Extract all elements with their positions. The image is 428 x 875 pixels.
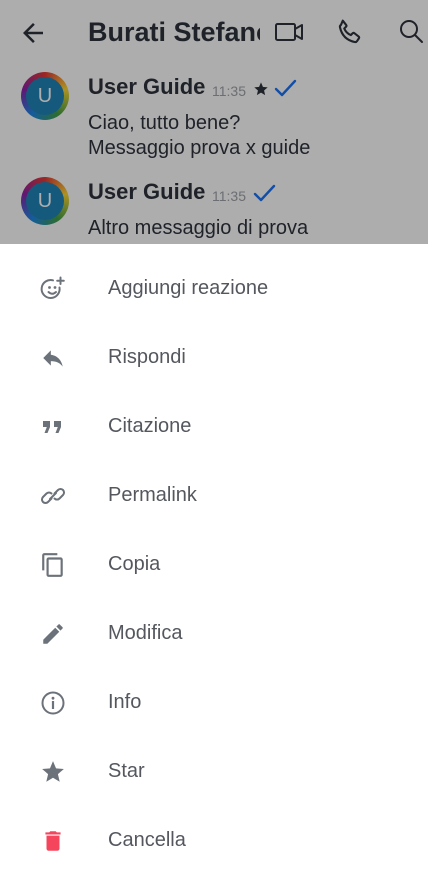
star-icon <box>40 759 66 785</box>
action-add-reaction[interactable]: Aggiungi reazione <box>0 254 428 323</box>
action-label: Cancella <box>108 829 186 851</box>
message-actions-sheet: Aggiungi reazione Rispondi Citazione Per… <box>0 244 428 867</box>
action-quote[interactable]: Citazione <box>0 392 428 461</box>
action-star[interactable]: Star <box>0 737 428 806</box>
dim-overlay[interactable] <box>0 0 428 244</box>
action-info[interactable]: Info <box>0 668 428 737</box>
copy-icon <box>40 552 66 578</box>
action-copy[interactable]: Copia <box>0 530 428 599</box>
action-label: Copia <box>108 553 161 575</box>
action-permalink[interactable]: Permalink <box>0 461 428 530</box>
action-edit[interactable]: Modifica <box>0 599 428 668</box>
action-label: Permalink <box>108 484 197 506</box>
action-delete[interactable]: Cancella <box>0 806 428 875</box>
action-label: Aggiungi reazione <box>108 277 269 299</box>
quote-icon <box>40 414 66 440</box>
action-reply[interactable]: Rispondi <box>0 323 428 392</box>
chat-background: Burati Stefano U User Guide 11:35 Ciao, … <box>0 0 428 244</box>
trash-icon <box>40 828 66 854</box>
add-reaction-icon <box>40 276 66 302</box>
link-icon <box>40 483 66 509</box>
info-icon <box>40 690 66 716</box>
reply-icon <box>40 345 66 371</box>
action-label: Rispondi <box>108 346 186 368</box>
pencil-icon <box>40 621 66 647</box>
action-label: Info <box>108 691 142 713</box>
action-label: Modifica <box>108 622 183 644</box>
action-label: Citazione <box>108 415 192 437</box>
action-label: Star <box>108 760 145 782</box>
